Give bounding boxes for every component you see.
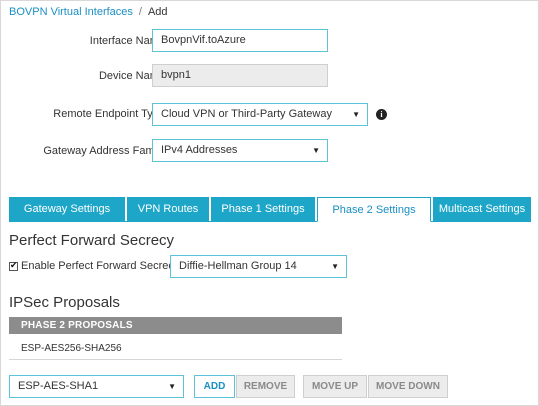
breadcrumb-current: Add — [147, 6, 168, 18]
breadcrumb-parent-link[interactable]: BOVPN Virtual Interfaces — [9, 6, 133, 18]
device-name-input: bvpn1 — [152, 64, 328, 87]
proposal-select-value: ESP-AES-SHA1 — [18, 380, 99, 392]
tab-phase-1-settings[interactable]: Phase 1 Settings — [211, 197, 315, 222]
proposals-table-header: PHASE 2 PROPOSALS — [9, 317, 342, 334]
gateway-address-family-label: Gateway Address Family — [43, 145, 165, 157]
tab-phase-2-settings[interactable]: Phase 2 Settings — [317, 197, 431, 222]
dh-group-value: Diffie-Hellman Group 14 — [179, 260, 297, 272]
interface-name-input[interactable]: BovpnVif.toAzure — [152, 29, 328, 52]
checkmark-icon: ✔ — [10, 260, 18, 270]
breadcrumb: BOVPN Virtual Interfaces / Add — [9, 6, 168, 18]
move-down-button[interactable]: MOVE DOWN — [368, 375, 448, 398]
remote-endpoint-type-label: Remote Endpoint Type — [53, 108, 165, 120]
gateway-address-family-value: IPv4 Addresses — [161, 144, 238, 156]
dh-group-select[interactable]: Diffie-Hellman Group 14 ▼ — [170, 255, 347, 278]
breadcrumb-separator: / — [138, 6, 142, 18]
pfs-checkbox-label[interactable]: Enable Perfect Forward Secrecy — [21, 260, 179, 272]
pfs-section-title: Perfect Forward Secrecy — [9, 232, 175, 249]
proposal-select[interactable]: ESP-AES-SHA1 ▼ — [9, 375, 184, 398]
chevron-down-icon: ▼ — [352, 110, 360, 119]
gateway-address-family-select[interactable]: IPv4 Addresses ▼ — [152, 139, 328, 162]
settings-tabs: Gateway Settings VPN Routes Phase 1 Sett… — [9, 197, 531, 222]
add-button[interactable]: ADD — [194, 375, 235, 398]
ipsec-proposals-title: IPSec Proposals — [9, 294, 120, 311]
chevron-down-icon: ▼ — [168, 382, 176, 391]
interface-name-label: Interface Name — [89, 35, 165, 47]
device-name-label: Device Name — [98, 70, 165, 82]
tab-gateway-settings[interactable]: Gateway Settings — [9, 197, 125, 222]
pfs-checkbox[interactable]: ✔ — [9, 260, 18, 271]
chevron-down-icon: ▼ — [331, 262, 339, 271]
table-row[interactable]: ESP-AES256-SHA256 — [9, 338, 342, 360]
remove-button[interactable]: REMOVE — [236, 375, 295, 398]
remote-endpoint-type-value: Cloud VPN or Third-Party Gateway — [161, 108, 332, 120]
tab-vpn-routes[interactable]: VPN Routes — [127, 197, 209, 222]
info-icon[interactable]: i — [376, 109, 387, 120]
chevron-down-icon: ▼ — [312, 146, 320, 155]
tab-multicast-settings[interactable]: Multicast Settings — [433, 197, 531, 222]
remote-endpoint-type-select[interactable]: Cloud VPN or Third-Party Gateway ▼ — [152, 103, 368, 126]
move-up-button[interactable]: MOVE UP — [303, 375, 367, 398]
